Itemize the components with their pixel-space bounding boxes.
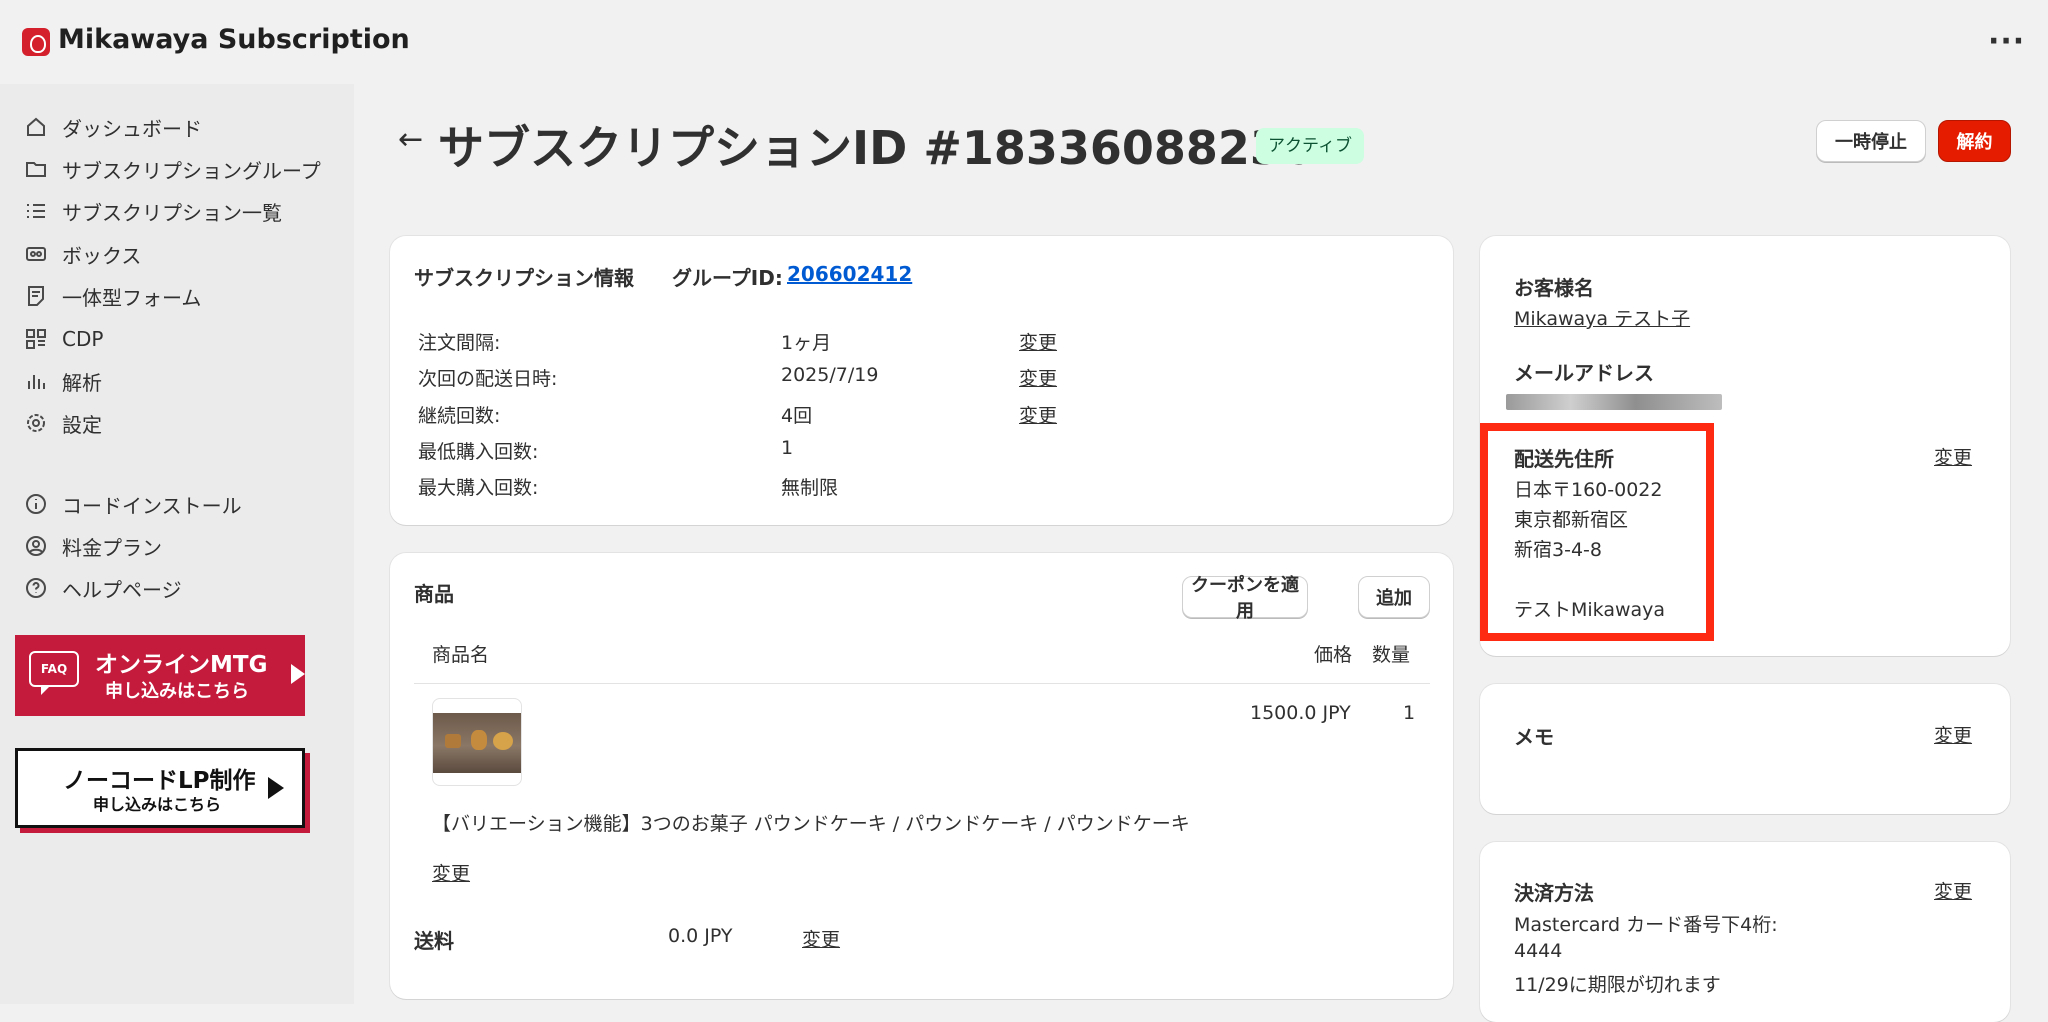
payment-change-link[interactable]: 変更 xyxy=(1934,877,1972,904)
shipping-change-link[interactable]: 変更 xyxy=(802,925,840,952)
products-heading: 商品 xyxy=(414,582,454,606)
sidebar-item-box[interactable]: ボックス xyxy=(24,234,141,274)
banner-lp-title: ノーコードLP制作 xyxy=(63,768,256,794)
grid-icon xyxy=(24,327,48,351)
column-header-quantity: 数量 xyxy=(1372,644,1411,666)
app-logo-icon xyxy=(22,28,50,56)
memo-heading: メモ xyxy=(1514,725,1554,749)
memo-card xyxy=(1480,684,2010,814)
product-change-link[interactable]: 変更 xyxy=(432,859,470,886)
sidebar-item-label: サブスクリプショングループ xyxy=(62,158,321,183)
sidebar-item-label: CDP xyxy=(62,327,104,351)
banner-mtg-title: オンラインMTG xyxy=(95,652,268,678)
top-bar: Mikawaya Subscription ··· xyxy=(0,0,2048,84)
continuation-count-change-link[interactable]: 変更 xyxy=(1019,401,1057,428)
info-icon xyxy=(24,492,48,516)
group-id-label: グループID: xyxy=(672,266,783,290)
product-quantity: 1 xyxy=(1403,702,1416,724)
play-icon xyxy=(268,777,284,799)
product-name: 【バリエーション機能】3つのお菓子 パウンドケーキ / パウンドケーキ / パウ… xyxy=(432,813,1190,835)
sidebar-item-settings[interactable]: 設定 xyxy=(24,403,102,443)
table-divider xyxy=(414,683,1430,684)
sidebar-item-label: ヘルプページ xyxy=(62,577,182,602)
group-id-link[interactable]: 206602412 xyxy=(787,262,912,286)
memo-change-link[interactable]: 変更 xyxy=(1934,721,1972,748)
home-icon xyxy=(24,115,48,139)
sidebar-item-label: サブスクリプション一覧 xyxy=(62,200,282,225)
continuation-count-label: 継続回数: xyxy=(418,405,501,427)
sidebar-item-label: 一体型フォーム xyxy=(62,285,202,310)
column-header-price: 価格 xyxy=(1314,644,1353,666)
sidebar-item-subscription-groups[interactable]: サブスクリプショングループ xyxy=(24,149,321,189)
banner-lp-subtitle: 申し込みはこちら xyxy=(93,795,222,814)
online-mtg-banner[interactable]: FAQ オンラインMTG 申し込みはこちら xyxy=(15,635,305,716)
order-interval-label: 注文間隔: xyxy=(418,332,501,354)
min-purchase-label: 最低購入回数: xyxy=(418,441,539,463)
sidebar-item-label: 設定 xyxy=(62,412,102,437)
next-delivery-value: 2025/7/19 xyxy=(781,364,879,386)
shipping-label: 送料 xyxy=(414,929,454,953)
sidebar-item-label: 解析 xyxy=(62,370,102,395)
order-interval-value: 1ヶ月 xyxy=(781,332,832,354)
sidebar-item-dashboard[interactable]: ダッシュボード xyxy=(24,107,202,147)
sidebar-item-subscription-list[interactable]: サブスクリプション一覧 xyxy=(24,191,282,231)
max-purchase-value: 無制限 xyxy=(781,477,839,499)
sidebar-item-cdp[interactable]: CDP xyxy=(24,319,103,359)
sidebar-item-label: 料金プラン xyxy=(62,535,162,560)
cancel-subscription-button[interactable]: 解約 xyxy=(1938,120,2011,162)
card-expiry: 11/29に期限が切れます xyxy=(1514,974,1721,996)
redacted-email xyxy=(1506,394,1722,410)
column-header-product-name: 商品名 xyxy=(432,644,490,666)
sidebar-item-pricing[interactable]: 料金プラン xyxy=(24,526,162,566)
customer-name-heading: お客様名 xyxy=(1514,276,1594,300)
continuation-count-value: 4回 xyxy=(781,405,813,427)
email-heading: メールアドレス xyxy=(1514,361,1654,385)
pause-button[interactable]: 一時停止 xyxy=(1816,120,1926,162)
sidebar: ダッシュボード サブスクリプショングループ サブスクリプション一覧 ボックス 一… xyxy=(0,84,354,1004)
more-actions-icon[interactable]: ··· xyxy=(1988,24,2025,59)
help-icon xyxy=(24,576,48,600)
card-brand-line: Mastercard カード番号下4桁: xyxy=(1514,914,1778,936)
play-icon xyxy=(291,664,305,684)
sidebar-item-label: ダッシュボード xyxy=(62,116,202,141)
card-last4: 4444 xyxy=(1514,940,1563,962)
product-price: 1500.0 JPY xyxy=(1250,702,1351,724)
next-delivery-change-link[interactable]: 変更 xyxy=(1019,364,1057,391)
sidebar-item-analytics[interactable]: 解析 xyxy=(24,361,102,401)
form-icon xyxy=(24,284,48,308)
sidebar-item-label: コードインストール xyxy=(62,493,242,518)
product-thumbnail xyxy=(432,698,522,786)
user-circle-icon xyxy=(24,534,48,558)
faq-icon: FAQ xyxy=(29,651,79,695)
max-purchase-label: 最大購入回数: xyxy=(418,477,539,499)
customer-name-link[interactable]: Mikawaya テスト子 xyxy=(1514,304,1690,331)
subscription-info-heading: サブスクリプション情報 xyxy=(414,266,634,290)
add-product-button[interactable]: 追加 xyxy=(1358,576,1430,618)
apply-coupon-button[interactable]: クーポンを適用 xyxy=(1182,575,1308,622)
min-purchase-value: 1 xyxy=(781,437,794,459)
order-interval-change-link[interactable]: 変更 xyxy=(1019,328,1057,355)
sidebar-item-help[interactable]: ヘルプページ xyxy=(24,568,182,608)
status-badge: アクティブ xyxy=(1256,128,1364,164)
list-icon xyxy=(24,199,48,223)
gear-icon xyxy=(24,411,48,435)
banner-mtg-subtitle: 申し込みはこちら xyxy=(105,681,249,702)
sidebar-item-code-install[interactable]: コードインストール xyxy=(24,484,242,524)
nocode-lp-banner[interactable]: ノーコードLP制作 申し込みはこちら xyxy=(15,748,305,828)
chart-icon xyxy=(24,369,48,393)
shipping-address-change-link[interactable]: 変更 xyxy=(1934,443,1972,470)
sidebar-item-form[interactable]: 一体型フォーム xyxy=(24,276,201,316)
sidebar-item-label: ボックス xyxy=(62,243,142,268)
shipping-value: 0.0 JPY xyxy=(668,925,733,947)
next-delivery-label: 次回の配送日時: xyxy=(418,368,558,390)
folder-icon xyxy=(24,157,48,181)
address-highlight-box xyxy=(1480,423,1714,641)
payment-heading: 決済方法 xyxy=(1514,881,1594,905)
app-title: Mikawaya Subscription xyxy=(58,24,410,55)
box-icon xyxy=(24,242,48,266)
page-title: サブスクリプションID #18336088236 xyxy=(438,121,1314,175)
back-arrow-icon[interactable]: ← xyxy=(398,122,423,157)
